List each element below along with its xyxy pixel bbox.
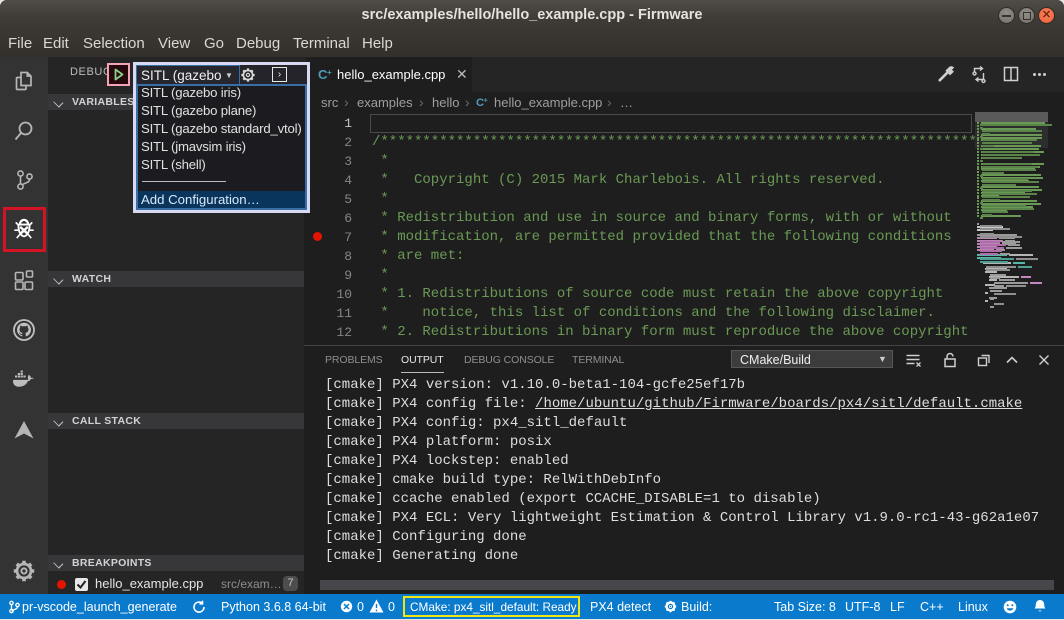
svg-text:+: + [483, 95, 488, 104]
svg-text:+: + [327, 68, 332, 77]
